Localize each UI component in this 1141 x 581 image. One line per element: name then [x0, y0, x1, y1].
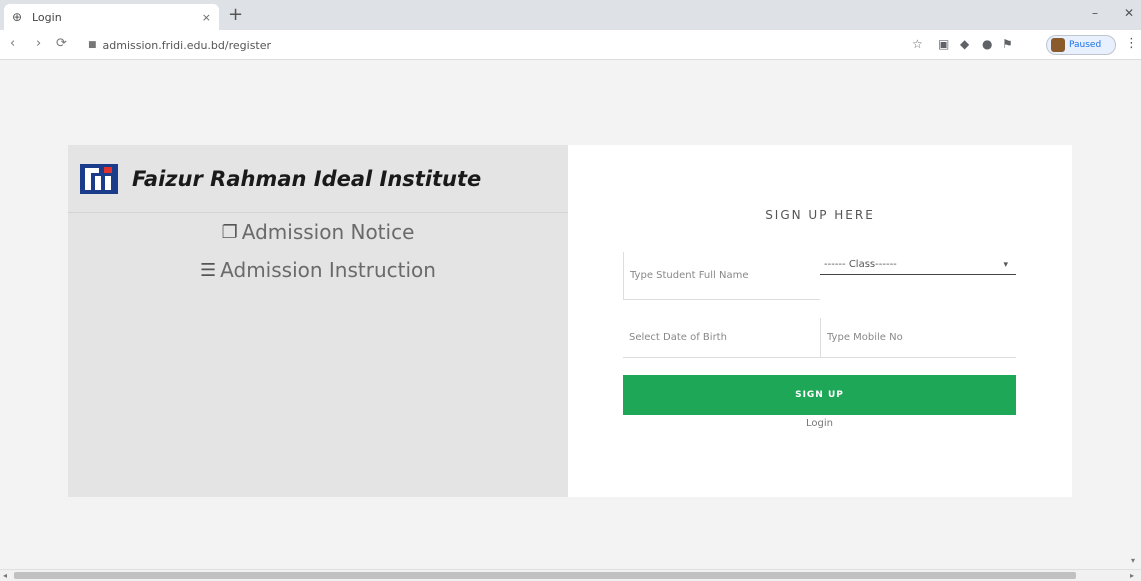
scroll-right-icon[interactable]: ▸: [1130, 571, 1134, 580]
browser-tab-bar: ⊕ Login × + – ✕: [0, 0, 1141, 30]
avatar: [1051, 38, 1065, 52]
new-tab-button[interactable]: +: [228, 4, 243, 25]
extension-icon[interactable]: ▣: [938, 37, 949, 51]
admission-instruction-link[interactable]: ☰ Admission Instruction: [68, 258, 568, 282]
login-link[interactable]: Login: [623, 418, 1016, 429]
back-button[interactable]: ‹: [10, 36, 15, 51]
scroll-down-icon[interactable]: ▾: [1131, 556, 1135, 565]
extension-icon-3[interactable]: ●: [982, 37, 992, 51]
chevron-down-icon: ▾: [1003, 259, 1008, 270]
forward-button[interactable]: ›: [36, 36, 41, 51]
profile-button[interactable]: Paused: [1046, 35, 1116, 55]
url-text: admission.fridi.edu.bd/register: [102, 38, 272, 52]
admission-instruction-label: Admission Instruction: [220, 258, 436, 282]
brand-header: Faizur Rahman Ideal Institute: [68, 145, 568, 213]
horizontal-scrollbar[interactable]: ◂ ▸: [0, 569, 1141, 581]
admission-notice-label: Admission Notice: [241, 220, 415, 244]
mobile-input[interactable]: Type Mobile No: [820, 318, 1016, 358]
class-select[interactable]: ------ Class------ ▾: [820, 255, 1016, 275]
tab-title: Login: [32, 10, 62, 24]
scrollbar-thumb[interactable]: [14, 572, 1076, 579]
profile-label: Paused: [1069, 40, 1102, 50]
institute-name: Faizur Rahman Ideal Institute: [132, 166, 482, 191]
globe-icon: ⊕: [12, 10, 23, 24]
star-icon[interactable]: ☆: [912, 37, 923, 51]
browser-tab[interactable]: ⊕ Login ×: [4, 4, 219, 30]
browser-menu-icon[interactable]: ⋮: [1125, 36, 1138, 51]
minimize-button[interactable]: –: [1092, 6, 1098, 20]
extension-icon-4[interactable]: ⚑: [1002, 37, 1013, 51]
tab-close-icon[interactable]: ×: [202, 11, 211, 24]
address-bar[interactable]: ■ admission.fridi.edu.bd/register: [88, 35, 878, 55]
scroll-left-icon[interactable]: ◂: [3, 571, 7, 580]
browser-toolbar: ‹ › ⟳ ■ admission.fridi.edu.bd/register …: [0, 30, 1141, 60]
extension-icon-2[interactable]: ◆: [960, 37, 969, 51]
close-window-button[interactable]: ✕: [1124, 6, 1134, 20]
copy-icon: ❐: [221, 221, 238, 243]
class-select-value: ------ Class------: [824, 259, 897, 270]
lock-icon: ■: [88, 40, 97, 50]
reload-button[interactable]: ⟳: [56, 36, 67, 51]
institute-logo: [80, 163, 118, 194]
student-name-input[interactable]: Type Student Full Name: [623, 252, 820, 300]
admission-notice-link[interactable]: ❐ Admission Notice: [68, 220, 568, 244]
left-panel: Faizur Rahman Ideal Institute ❐ Admissio…: [68, 145, 568, 497]
signup-button[interactable]: SIGN UP: [623, 375, 1016, 415]
signup-title: SIGN UP HERE: [765, 208, 875, 222]
dob-input[interactable]: Select Date of Birth: [623, 318, 820, 358]
list-icon: ☰: [200, 259, 217, 281]
